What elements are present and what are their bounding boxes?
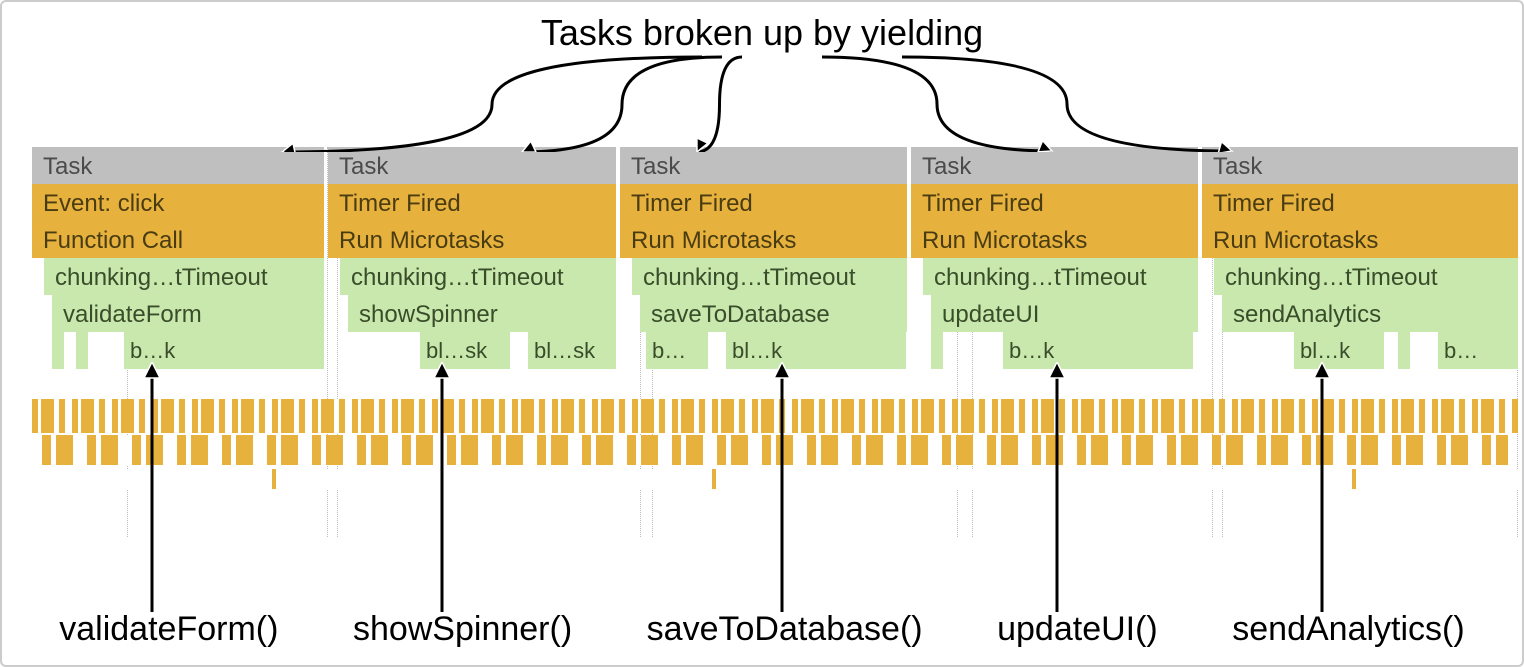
task-bar: Task [911, 147, 1198, 184]
script-bar: Function Call [32, 221, 324, 258]
flame-column: TaskTimer FiredRun Microtaskschunking…tT… [620, 147, 907, 369]
event-bar: Timer Fired [620, 184, 907, 221]
function-label: sendAnalytics() [1232, 610, 1464, 649]
task-bar: Task [32, 147, 324, 184]
mini-row: b…k [931, 332, 1198, 369]
micro-strip-1 [32, 399, 1518, 433]
script-bar: Run Microtasks [620, 221, 907, 258]
flame-column: TaskTimer FiredRun Microtaskschunking…tT… [911, 147, 1198, 369]
mini-row: bl…k b… [1222, 332, 1518, 369]
mini-block [52, 332, 64, 369]
mini-block: bl…k [726, 332, 906, 369]
mini-block [1398, 332, 1410, 369]
event-bar: Timer Fired [328, 184, 616, 221]
mini-row: b…k [52, 332, 324, 369]
function-label: updateUI() [997, 610, 1158, 649]
arrow [522, 57, 722, 152]
function-bar: validateForm [52, 295, 324, 332]
flame-chart-columns: TaskEvent: clickFunction Callchunking…tT… [32, 147, 1518, 369]
chunking-bar: chunking…tTimeout [923, 258, 1198, 295]
task-bar: Task [620, 147, 907, 184]
mini-block: b…k [1003, 332, 1193, 369]
function-label: showSpinner() [353, 610, 572, 649]
flame-column: TaskEvent: clickFunction Callchunking…tT… [32, 147, 324, 369]
script-bar: Run Microtasks [1202, 221, 1518, 258]
micro-strip-2 [42, 435, 1508, 465]
bottom-labels: validateForm() showSpinner() saveToDatabas… [2, 610, 1522, 649]
function-bar: showSpinner [348, 295, 616, 332]
function-bar: sendAnalytics [1222, 295, 1518, 332]
function-label: saveToDatabase() [647, 610, 923, 649]
event-bar: Timer Fired [1202, 184, 1518, 221]
arrow [902, 57, 1232, 152]
task-bar: Task [328, 147, 616, 184]
script-bar: Run Microtasks [328, 221, 616, 258]
micro-strip-3 [32, 469, 1518, 489]
script-bar: Run Microtasks [911, 221, 1198, 258]
function-label: validateForm() [59, 610, 278, 649]
arrow [822, 57, 1052, 152]
top-arrows [2, 42, 1524, 152]
mini-block [931, 332, 943, 369]
task-bar: Task [1202, 147, 1518, 184]
chunking-bar: chunking…tTimeout [632, 258, 907, 295]
mini-block: b…k [124, 332, 324, 369]
event-bar: Event: click [32, 184, 324, 221]
mini-block [76, 332, 88, 369]
mini-block: bl…sk [528, 332, 616, 369]
mini-block: b… [646, 332, 708, 369]
flame-column: TaskTimer FiredRun Microtaskschunking…tT… [1202, 147, 1518, 369]
mini-row: b… bl…k [640, 332, 907, 369]
mini-block: bl…k [1294, 332, 1384, 369]
flame-column: TaskTimer FiredRun Microtaskschunking…tT… [328, 147, 616, 369]
event-bar: Timer Fired [911, 184, 1198, 221]
mini-block: b… [1438, 332, 1518, 369]
function-bar: updateUI [931, 295, 1198, 332]
mini-block: bl…sk [420, 332, 510, 369]
chunking-bar: chunking…tTimeout [340, 258, 616, 295]
function-bar: saveToDatabase [640, 295, 907, 332]
chunking-bar: chunking…tTimeout [1214, 258, 1518, 295]
arrow [282, 57, 702, 152]
diagram-title: Tasks broken up by yielding [541, 12, 983, 54]
mini-row: bl…sk bl…sk [348, 332, 616, 369]
micro-strip-area [32, 399, 1518, 499]
arrow [697, 57, 742, 152]
chunking-bar: chunking…tTimeout [44, 258, 324, 295]
